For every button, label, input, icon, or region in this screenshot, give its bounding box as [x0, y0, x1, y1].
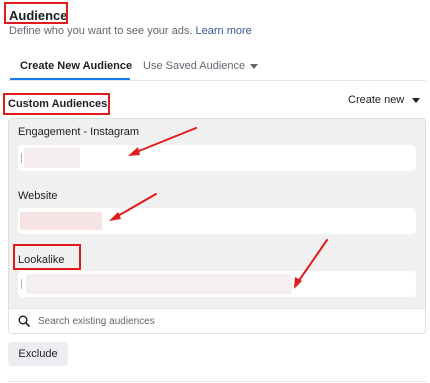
annotation-arrow	[297, 239, 328, 283]
annotation-arrow	[133, 127, 197, 154]
annotation-arrow	[115, 193, 157, 218]
annotation-arrows	[109, 127, 328, 289]
arrowhead	[128, 147, 140, 156]
arrowhead	[109, 212, 121, 221]
